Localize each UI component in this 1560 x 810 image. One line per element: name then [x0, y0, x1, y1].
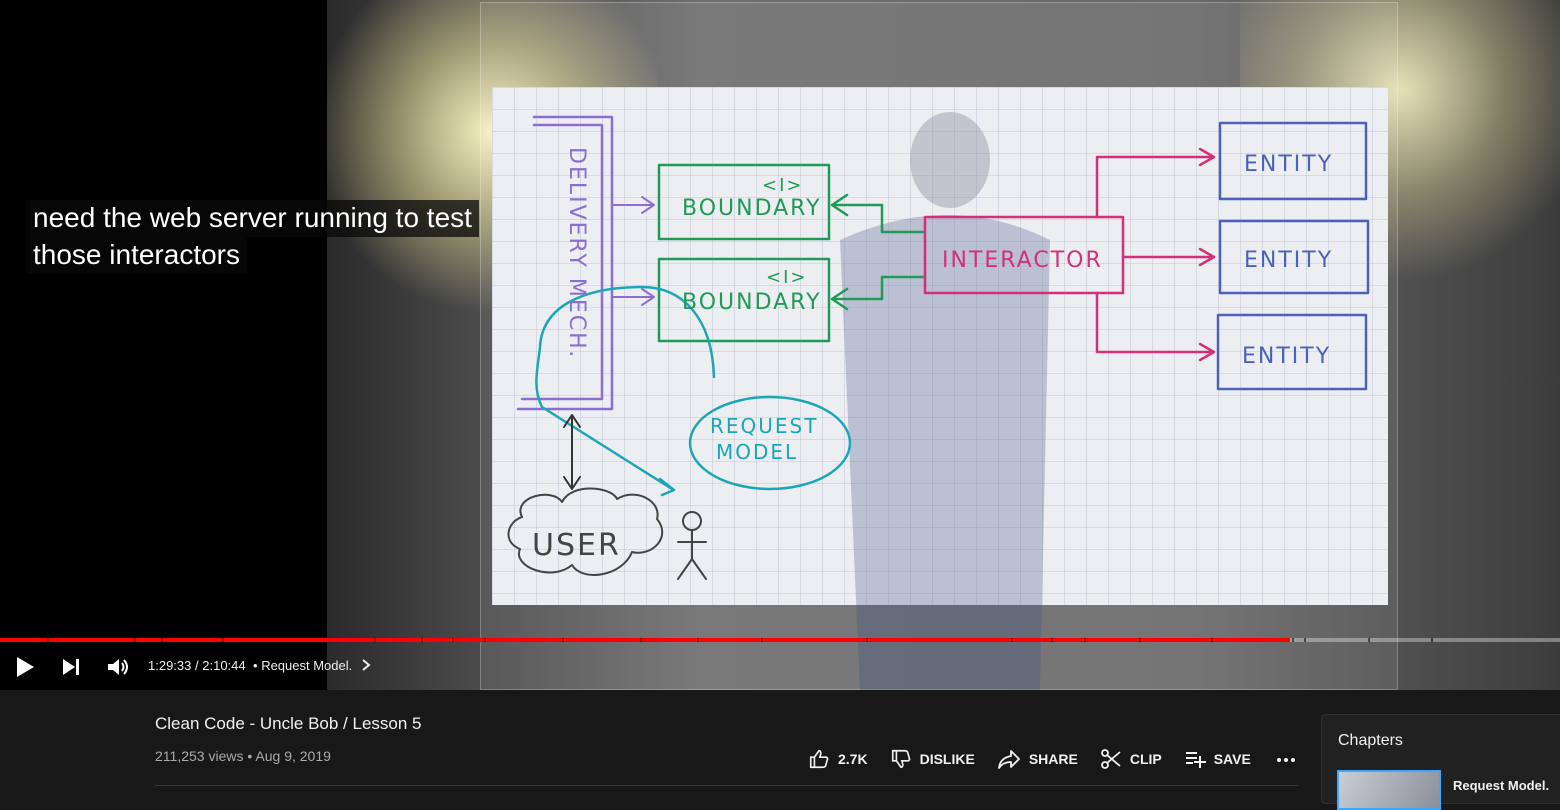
share-button[interactable]: SHARE: [997, 748, 1078, 770]
boundary-label-2: BOUNDARY: [682, 290, 822, 315]
user-stick-figure: [677, 511, 707, 580]
chapter-marker: [1010, 638, 1013, 642]
entity-label-1: ENTITY: [1244, 152, 1333, 177]
duration: 2:10:44: [202, 658, 246, 673]
chapter-marker: [221, 638, 224, 642]
chapter-label: Request Model.: [261, 658, 353, 673]
scissors-icon: [1100, 749, 1121, 769]
video-title: Clean Code - Uncle Bob / Lesson 5: [155, 714, 422, 733]
chapter-marker: [421, 638, 424, 642]
chapter-dot: •: [253, 658, 258, 673]
volume-icon: [108, 659, 128, 675]
boundary-marker-1: <I>: [762, 175, 803, 196]
chevron-right-icon: [362, 659, 371, 671]
like-button[interactable]: 2.7K: [808, 748, 868, 770]
meta-dot: •: [247, 748, 253, 764]
architecture-diagram: DELIVERY MECH. <I> BOUNDARY <I> BOUNDARY…: [507, 115, 1370, 580]
chapter-marker: [1210, 638, 1213, 642]
next-button[interactable]: [57, 653, 85, 681]
more-horizontal-icon: [1276, 758, 1295, 762]
delivery-label: DELIVERY MECH.: [564, 147, 589, 359]
chapter-marker: [483, 638, 486, 642]
chapter-marker: [561, 638, 564, 642]
current-time: 1:29:33: [148, 658, 192, 673]
action-bar: 2.7K DISLIKE SHARE CLIP SAVE: [808, 746, 1327, 772]
thumbs-down-icon: [891, 749, 910, 769]
chapter-marker: [639, 638, 642, 642]
chapter-marker: [1430, 638, 1433, 642]
video-player[interactable]: DELIVERY MECH. <I> BOUNDARY <I> BOUNDARY…: [0, 0, 1560, 690]
caption-line-2: those interactors: [26, 237, 247, 274]
chapter-thumbnail[interactable]: [1337, 770, 1441, 810]
chapter-marker: [46, 638, 49, 642]
dislike-label: DISLIKE: [919, 751, 975, 767]
caption-line-1: need the web server running to test: [26, 200, 479, 237]
play-icon: [17, 657, 34, 677]
chapter-marker: [374, 638, 377, 642]
volume-button[interactable]: [104, 653, 132, 681]
time-display: 1:29:33 / 2:10:44: [148, 658, 246, 673]
progress-bar[interactable]: [0, 638, 1560, 642]
chapters-title: Chapters: [1338, 732, 1403, 749]
video-meta: 211,253 views • Aug 9, 2019: [155, 748, 331, 764]
dislike-button[interactable]: DISLIKE: [890, 748, 975, 770]
user-label: USER: [532, 528, 621, 563]
next-icon: [63, 659, 79, 675]
entity-label-2: ENTITY: [1244, 248, 1333, 273]
more-actions-button[interactable]: [1275, 748, 1305, 770]
chapter-marker: [697, 638, 700, 642]
upload-date: Aug 9, 2019: [255, 748, 331, 764]
chapter-marker: [1291, 638, 1294, 642]
like-count: 2.7K: [838, 751, 868, 767]
view-count: 211,253 views: [155, 748, 244, 764]
chapter-marker: [452, 638, 455, 642]
interactor-label: INTERACTOR: [942, 248, 1103, 273]
clip-button[interactable]: CLIP: [1100, 748, 1162, 770]
chapter-marker: [761, 638, 764, 642]
chapter-marker: [1304, 638, 1307, 642]
playlist-add-icon: [1185, 752, 1206, 768]
closed-caption: need the web server running to test thos…: [26, 200, 479, 274]
time-separator: /: [195, 658, 199, 673]
chapter-marker: [1138, 638, 1141, 642]
request-model-label-1: REQUEST: [710, 414, 818, 438]
save-label: SAVE: [1213, 751, 1251, 767]
clip-label: CLIP: [1129, 751, 1162, 767]
share-label: SHARE: [1028, 751, 1078, 767]
chapter-marker: [865, 638, 868, 642]
player-controls: 1:29:33 / 2:10:44 • Request Model.: [0, 645, 1560, 687]
chapter-link[interactable]: • Request Model.: [253, 658, 372, 673]
chapter-marker: [1084, 638, 1087, 642]
progress-played: [0, 638, 1291, 642]
chapter-marker: [134, 638, 137, 642]
boundary-label-1: BOUNDARY: [682, 196, 822, 221]
chapter-marker: [1051, 638, 1054, 642]
video-info-section: Clean Code - Uncle Bob / Lesson 5 211,25…: [0, 690, 1560, 810]
boundary-marker-2: <I>: [766, 267, 807, 288]
play-button[interactable]: [10, 653, 38, 681]
chapter-marker: [1368, 638, 1371, 642]
save-button[interactable]: SAVE: [1184, 748, 1251, 770]
share-icon: [997, 750, 1020, 769]
divider: [155, 785, 1298, 786]
entity-label-3: ENTITY: [1242, 344, 1331, 369]
request-model-label-2: MODEL: [716, 440, 798, 464]
chapter-marker: [160, 638, 163, 642]
thumbs-up-icon: [809, 749, 829, 769]
